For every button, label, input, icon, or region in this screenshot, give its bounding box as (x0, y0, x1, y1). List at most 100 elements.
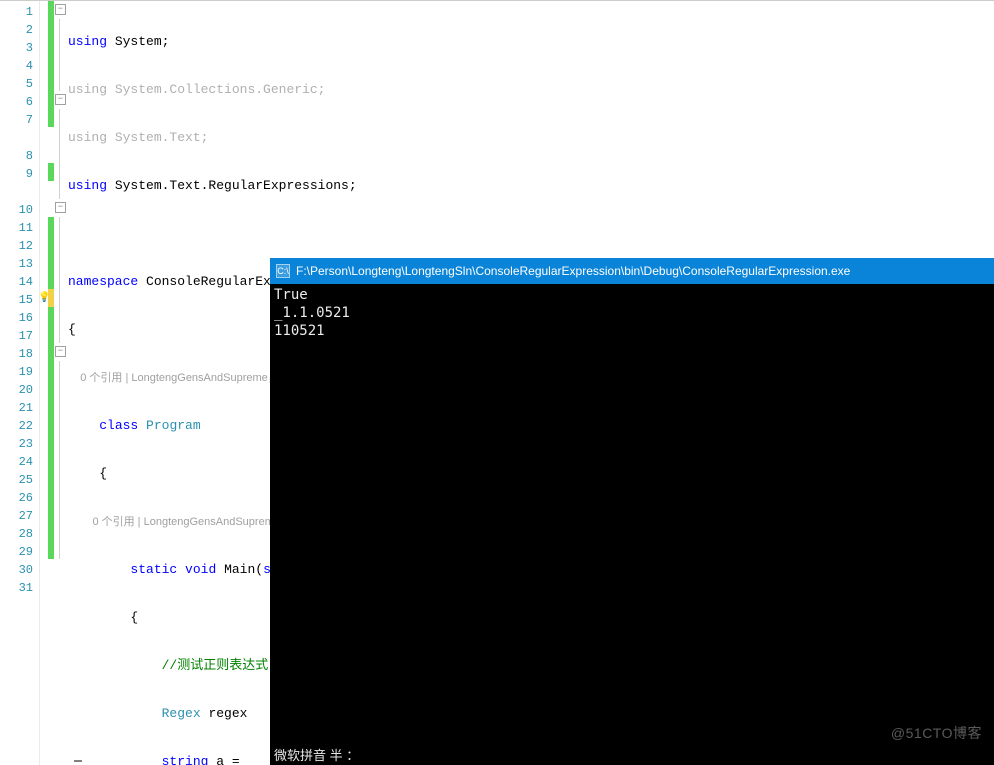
outlining-margin[interactable] (54, 1, 68, 765)
outline-node (54, 109, 68, 127)
code-line[interactable] (68, 225, 994, 243)
line-number[interactable]: 25 (0, 471, 39, 489)
keyword: void (185, 562, 216, 577)
outline-node (54, 433, 68, 451)
outline-node (54, 469, 68, 487)
line-number[interactable]: 23 (0, 435, 39, 453)
outline-node (54, 505, 68, 523)
marker-margin (40, 1, 48, 765)
outline-node (54, 37, 68, 55)
line-number[interactable]: 14 (0, 273, 39, 291)
line-number[interactable]: 27 (0, 507, 39, 525)
keyword: class (99, 418, 138, 433)
text: System.Text; (107, 130, 208, 145)
outline-node (54, 451, 68, 469)
margin-marker (40, 163, 48, 181)
outline-node (54, 55, 68, 73)
console-line: _1.1.0521 (274, 304, 990, 322)
margin-marker (40, 55, 48, 73)
console-titlebar[interactable]: C:\ F:\Person\Longteng\LongtengSln\Conso… (270, 258, 994, 284)
outline-collapse-icon[interactable] (54, 1, 68, 19)
outline-node (54, 577, 68, 595)
outline-node (54, 541, 68, 559)
margin-marker (40, 361, 48, 379)
line-number[interactable]: 10 (0, 201, 39, 219)
outline-node (54, 289, 68, 307)
line-number-gutter[interactable]: 1234567891011121314151617181920212223242… (0, 1, 40, 765)
margin-marker (40, 577, 48, 595)
line-number[interactable]: 26 (0, 489, 39, 507)
line-number[interactable]: 9 (0, 165, 39, 183)
margin-marker (40, 505, 48, 523)
margin-marker (40, 541, 48, 559)
line-number[interactable]: 18 (0, 345, 39, 363)
outline-collapse-icon[interactable] (54, 343, 68, 361)
line-number[interactable]: 29 (0, 543, 39, 561)
line-number[interactable]: 28 (0, 525, 39, 543)
margin-marker (40, 523, 48, 541)
line-number[interactable]: 31 (0, 579, 39, 597)
margin-marker (40, 1, 48, 19)
margin-marker (40, 451, 48, 469)
watermark: @51CTO博客 (891, 723, 982, 743)
outline-node (54, 397, 68, 415)
keyword: using (68, 178, 107, 193)
line-number[interactable]: 6 (0, 93, 39, 111)
line-number[interactable]: 11 (0, 219, 39, 237)
outline-collapse-icon[interactable] (54, 199, 68, 217)
outline-node (54, 487, 68, 505)
comment: //测试正则表达式 (162, 658, 269, 673)
console-output[interactable]: True _1.1.0521 110521 (270, 284, 994, 765)
text: a = (208, 754, 247, 765)
margin-marker (40, 343, 48, 361)
console-window[interactable]: C:\ F:\Person\Longteng\LongtengSln\Conso… (270, 258, 994, 765)
keyword: string (162, 754, 209, 765)
margin-marker (40, 127, 48, 145)
text: { (68, 466, 107, 481)
line-number[interactable]: 12 (0, 237, 39, 255)
line-number[interactable]: 2 (0, 21, 39, 39)
line-number[interactable]: 17 (0, 327, 39, 345)
margin-marker (40, 145, 48, 163)
margin-marker (40, 235, 48, 253)
keyword: namespace (68, 274, 138, 289)
line-number[interactable]: 5 (0, 75, 39, 93)
outline-collapse-icon[interactable] (54, 91, 68, 109)
lightbulb-icon[interactable] (40, 289, 48, 307)
line-number[interactable] (0, 183, 39, 201)
line-number[interactable]: 24 (0, 453, 39, 471)
keyword: using (68, 34, 107, 49)
line-number[interactable]: 19 (0, 363, 39, 381)
outline-node (54, 361, 68, 379)
margin-marker (40, 397, 48, 415)
code-line[interactable]: using System.Text.RegularExpressions; (68, 177, 994, 195)
code-line[interactable]: using System.Text; (68, 129, 994, 147)
editor-caret (74, 760, 82, 762)
line-number[interactable]: 7 (0, 111, 39, 129)
outline-node (54, 73, 68, 91)
line-number[interactable] (0, 129, 39, 147)
line-number[interactable]: 13 (0, 255, 39, 273)
type: Regex (162, 706, 201, 721)
line-number[interactable]: 30 (0, 561, 39, 579)
line-number[interactable]: 21 (0, 399, 39, 417)
margin-marker (40, 487, 48, 505)
outline-node (54, 235, 68, 253)
margin-marker (40, 109, 48, 127)
margin-marker (40, 271, 48, 289)
line-number[interactable]: 20 (0, 381, 39, 399)
line-number[interactable]: 8 (0, 147, 39, 165)
line-number[interactable]: 4 (0, 57, 39, 75)
line-number[interactable]: 22 (0, 417, 39, 435)
line-number[interactable]: 15 (0, 291, 39, 309)
line-number[interactable]: 16 (0, 309, 39, 327)
line-number[interactable]: 1 (0, 3, 39, 21)
line-number[interactable]: 3 (0, 39, 39, 57)
code-line[interactable]: using System.Collections.Generic; (68, 81, 994, 99)
code-line[interactable]: using System; (68, 33, 994, 51)
margin-marker (40, 415, 48, 433)
margin-marker (40, 199, 48, 217)
text: { (68, 322, 76, 337)
text: System.Text.RegularExpressions; (107, 178, 357, 193)
margin-marker (40, 379, 48, 397)
